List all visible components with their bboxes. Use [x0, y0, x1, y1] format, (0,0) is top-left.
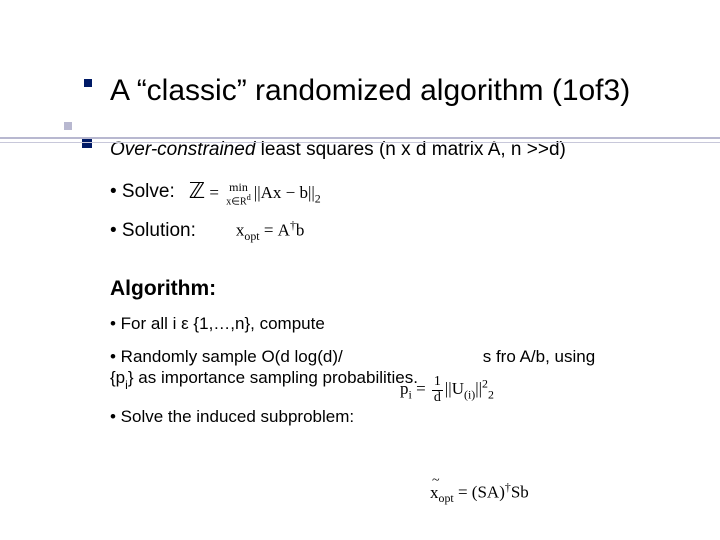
solution-label: • Solution: [110, 218, 196, 244]
pi-formula: pi = 1d||U(i)||22 [400, 375, 494, 405]
step-2: • Randomly sample O(d log(d)/s fro A/b, … [110, 346, 680, 392]
step-3: • Solve the induced subproblem: [110, 406, 680, 429]
final-formula: xopt = (SA)†Sb [430, 480, 529, 506]
solve-row: • Solve: ℤ = minx∈Rd||Ax − b||2 [110, 176, 680, 207]
slide: A “classic” randomized algorithm (1of3) … [0, 0, 720, 540]
subtitle: Over-constrained least squares (n x d ma… [110, 137, 680, 163]
divider [0, 137, 720, 139]
algorithm-header: Algorithm: [110, 275, 680, 303]
slide-title: A “classic” randomized algorithm (1of3) [110, 74, 680, 109]
solve-label: • Solve: [110, 179, 175, 205]
algorithm-steps: • For all i ε {1,…,n}, compute • Randoml… [110, 313, 680, 429]
solve-formula: ℤ = minx∈Rd||Ax − b||2 [189, 176, 321, 207]
solution-row: • Solution: xopt = A†b [110, 217, 680, 244]
solution-formula: xopt = A†b [210, 217, 305, 244]
slide-body: Over-constrained least squares (n x d ma… [110, 137, 680, 429]
step-1: • For all i ε {1,…,n}, compute [110, 313, 680, 336]
